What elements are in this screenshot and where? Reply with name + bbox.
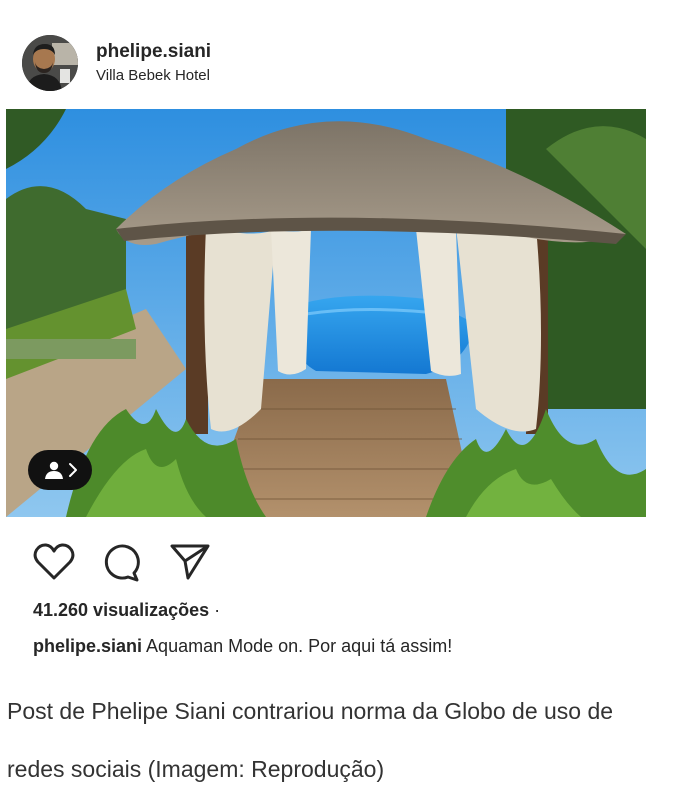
caption-text: Aquaman Mode on. Por aqui tá assim! [146, 636, 453, 656]
caption-username[interactable]: phelipe.siani [33, 636, 142, 656]
comment-icon [104, 544, 140, 582]
post-caption: phelipe.siani Aquaman Mode on. Por aqui … [33, 636, 452, 657]
username[interactable]: phelipe.siani [96, 41, 211, 63]
heart-icon [33, 543, 75, 580]
views-count[interactable]: 41.260 visualizações · [33, 600, 220, 621]
post-photo[interactable] [6, 109, 646, 517]
post-actions [32, 540, 332, 584]
views-count-value: 41.260 visualizações [33, 600, 210, 620]
figure-caption: Post de Phelipe Siani contrariou norma d… [7, 698, 614, 782]
avatar-image [22, 35, 78, 91]
like-button[interactable] [32, 540, 76, 584]
user-tag-icon [44, 461, 63, 479]
avatar[interactable] [22, 35, 78, 91]
send-icon [170, 544, 210, 580]
comment-button[interactable] [98, 540, 142, 584]
location-label[interactable]: Villa Bebek Hotel [96, 67, 210, 84]
post-header: phelipe.siani Villa Bebek Hotel [22, 32, 662, 92]
share-button[interactable] [168, 540, 212, 584]
tagged-users-button[interactable] [28, 450, 92, 490]
views-separator: · [209, 600, 221, 620]
chevron-right-icon [68, 463, 77, 477]
